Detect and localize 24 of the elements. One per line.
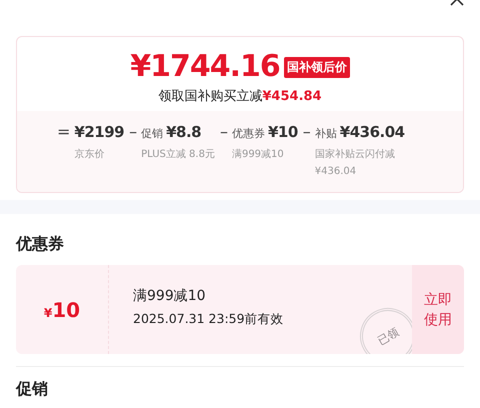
breakdown-amount: ¥10 xyxy=(268,122,298,143)
coupon-condition: 满999减10 xyxy=(133,287,207,305)
section-title: 优惠券 xyxy=(16,233,65,255)
section-title: 促销 xyxy=(16,378,49,400)
breakdown-note: 国家补贴云闪付减¥436.04 xyxy=(314,148,396,179)
breakdown-amount: ¥436.04 xyxy=(340,122,405,143)
operator-sign: – xyxy=(302,121,311,143)
breakdown-note: 满999减10 xyxy=(232,148,285,162)
use-now-button[interactable]: 立即使用 xyxy=(412,265,464,354)
saving-text: 领取国补购买立减¥454.84 xyxy=(158,88,322,105)
final-price: ¥1744.16 xyxy=(130,49,280,85)
breakdown-label: 优惠券 xyxy=(232,126,265,141)
breakdown-amount: ¥8.8 xyxy=(166,122,202,143)
operator-sign: = xyxy=(57,121,70,143)
breakdown-label: 补贴 xyxy=(314,126,337,141)
coupon-value: ¥10 xyxy=(44,298,80,322)
price-tag: 国补领后价 xyxy=(284,56,350,78)
operator-sign: – xyxy=(220,121,228,143)
breakdown-label: 促销 xyxy=(141,126,164,141)
coupon-validity: 2025.07.31 23:59前有效 xyxy=(133,311,285,328)
breakdown-note: PLUS立减 8.8元 xyxy=(141,148,215,162)
breakdown-note: 京东价 xyxy=(74,148,106,162)
operator-sign: – xyxy=(129,121,138,143)
breakdown-amount: ¥2199 xyxy=(74,122,124,143)
